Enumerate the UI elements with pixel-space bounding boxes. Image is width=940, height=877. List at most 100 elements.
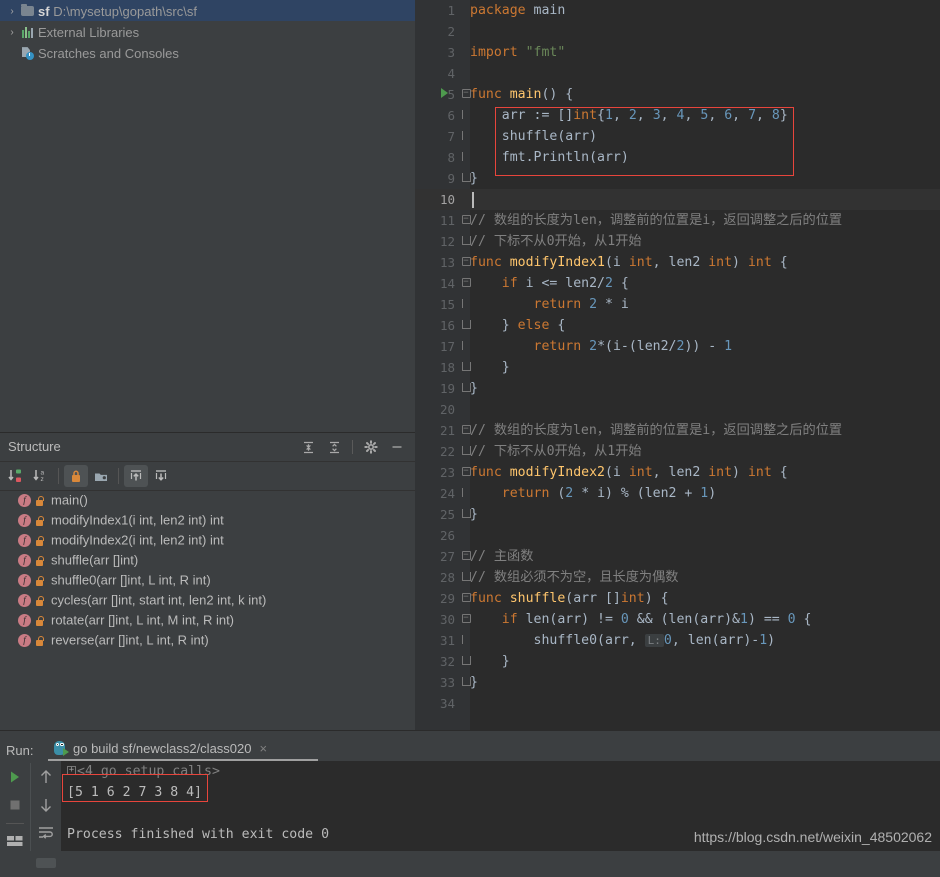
- code-line[interactable]: 31 shuffle0(arr, L: 0, len(arr)-1): [415, 630, 940, 651]
- code-line[interactable]: 14− if i <= len2/2 {: [415, 273, 940, 294]
- collapse-all-icon[interactable]: [322, 435, 346, 459]
- scroll-down-icon[interactable]: [31, 791, 61, 819]
- code-line[interactable]: 6 arr := []int{1, 2, 3, 4, 5, 6, 7, 8}: [415, 105, 940, 126]
- code-line[interactable]: 32 }: [415, 651, 940, 672]
- minimize-icon[interactable]: [385, 435, 409, 459]
- code-line-text: return 2*(i-(len2/2)) - 1: [533, 339, 733, 354]
- code-line[interactable]: 7 shuffle(arr): [415, 126, 940, 147]
- code-line-text: func modifyIndex1(i int, len2 int) int {: [470, 255, 788, 270]
- group-icon[interactable]: [89, 465, 113, 487]
- project-tree-item[interactable]: Scratches and Consoles: [0, 42, 415, 63]
- code-line[interactable]: 17 return 2*(i-(len2/2)) - 1: [415, 336, 940, 357]
- structure-item-label: shuffle0(arr []int, L int, R int): [51, 572, 211, 588]
- code-line[interactable]: 19}: [415, 378, 940, 399]
- code-line-text: return (2 * i) % (len2 + 1): [501, 486, 717, 501]
- show-non-public-icon[interactable]: [64, 465, 88, 487]
- code-line[interactable]: 22 // 下标不从0开始，从1开始: [415, 441, 940, 462]
- code-line[interactable]: 33}: [415, 672, 940, 693]
- run-gutter-icon[interactable]: [441, 84, 448, 105]
- line-number: 29: [439, 591, 455, 606]
- code-line[interactable]: 34: [415, 693, 940, 714]
- structure-list-item[interactable]: f main(): [0, 490, 415, 510]
- project-tree-item-label: External Libraries: [38, 25, 140, 41]
- console-fold-expand-icon[interactable]: +: [67, 765, 76, 775]
- soft-wrap-icon[interactable]: [31, 819, 61, 847]
- code-line-text: }: [470, 675, 478, 690]
- toolwindow-handle[interactable]: [31, 847, 61, 877]
- code-line-text: // 主函数: [470, 549, 534, 564]
- console-line-text: [5 1 6 2 7 3 8 4]: [67, 785, 202, 800]
- line-number: 7: [447, 129, 455, 144]
- code-line[interactable]: 18 }: [415, 357, 940, 378]
- editor-code-area[interactable]: 1 package main 2 3 import "fmt" 4 5− func main(…: [415, 0, 940, 730]
- run-configuration-tab[interactable]: go build sf/newclass2/class020 ×: [48, 737, 273, 759]
- scroll-from-source-icon[interactable]: [124, 465, 148, 487]
- gear-icon[interactable]: [359, 435, 383, 459]
- sort-alphabetically-icon[interactable]: a z: [29, 465, 53, 487]
- code-line[interactable]: 24 return (2 * i) % (len2 + 1): [415, 483, 940, 504]
- code-line[interactable]: 27−// 主函数: [415, 546, 940, 567]
- code-line-text: func modifyIndex2(i int, len2 int) int {: [470, 465, 788, 480]
- code-line[interactable]: 29− func shuffle(arr []int) {: [415, 588, 940, 609]
- structure-list-item[interactable]: f reverse(arr []int, L int, R int): [0, 630, 415, 650]
- structure-list-item[interactable]: f modifyIndex2(i int, len2 int) int: [0, 530, 415, 550]
- code-line[interactable]: 20: [415, 399, 940, 420]
- code-line[interactable]: 13− func modifyIndex1(i int, len2 int) in…: [415, 252, 940, 273]
- code-line[interactable]: 15 return 2 * i: [415, 294, 940, 315]
- code-line-text: func shuffle(arr []int) {: [470, 591, 669, 606]
- scroll-to-source-icon[interactable]: [149, 465, 173, 487]
- line-number: 23: [439, 465, 455, 480]
- code-line[interactable]: 9}: [415, 168, 940, 189]
- chevron-right-icon[interactable]: ›: [4, 22, 20, 43]
- line-number: 18: [439, 360, 455, 375]
- project-tree-item[interactable]: › sf D:\mysetup\gopath\src\sf: [0, 0, 415, 21]
- code-line[interactable]: 12 // 下标不从0开始，从1开始: [415, 231, 940, 252]
- project-tree-item[interactable]: › External Libraries: [0, 21, 415, 42]
- watermark-url: https://blog.csdn.net/weixin_48502062: [693, 829, 932, 845]
- structure-list-item[interactable]: f modifyIndex1(i int, len2 int) int: [0, 510, 415, 530]
- expand-all-icon[interactable]: [296, 435, 320, 459]
- code-line[interactable]: 2: [415, 21, 940, 42]
- structure-item-label: cycles(arr []int, start int, len2 int, k…: [51, 592, 267, 608]
- code-line[interactable]: 8 fmt.Println(arr): [415, 147, 940, 168]
- project-tool-window[interactable]: › sf D:\mysetup\gopath\src\sf › External Li…: [0, 0, 415, 432]
- structure-list-item[interactable]: f rotate(arr []int, L int, M int, R int): [0, 610, 415, 630]
- structure-list-item[interactable]: f shuffle0(arr []int, L int, R int): [0, 570, 415, 590]
- code-line[interactable]: 21−// 数组的长度为len，调整前的位置是i，返回调整之后的位置: [415, 420, 940, 441]
- code-line[interactable]: 26: [415, 525, 940, 546]
- run-toolbar-primary: [0, 763, 30, 851]
- lock-icon: [35, 575, 44, 586]
- console-line-text: <4 go setup calls>: [77, 764, 220, 779]
- scroll-up-icon[interactable]: [31, 763, 61, 791]
- stop-icon[interactable]: [0, 791, 30, 819]
- line-number: 11: [439, 213, 455, 228]
- code-line[interactable]: 25}: [415, 504, 940, 525]
- code-line[interactable]: 3 import "fmt": [415, 42, 940, 63]
- code-line[interactable]: 10: [415, 189, 940, 210]
- code-editor[interactable]: 1 package main 2 3 import "fmt" 4 5− func main(…: [415, 0, 940, 730]
- chevron-right-icon[interactable]: ›: [4, 1, 20, 22]
- code-line[interactable]: 11−// 数组的长度为len，调整前的位置是i，返回调整之后的位置: [415, 210, 940, 231]
- code-line-text: // 数组必须不为空，且长度为偶数: [470, 570, 679, 585]
- structure-item-list[interactable]: f main() f modifyIndex1(i int, len2 int) in…: [0, 490, 415, 731]
- line-number: 1: [447, 3, 455, 18]
- structure-item-label: reverse(arr []int, L int, R int): [51, 632, 209, 648]
- rerun-icon[interactable]: [0, 763, 30, 791]
- parameter-hint: L:: [644, 634, 664, 647]
- run-tab-label: go build sf/newclass2/class020: [73, 740, 252, 756]
- line-number: 3: [447, 45, 455, 60]
- structure-list-item[interactable]: f cycles(arr []int, start int, len2 int, …: [0, 590, 415, 610]
- sort-by-visibility-icon[interactable]: [4, 465, 28, 487]
- code-line[interactable]: 4: [415, 63, 940, 84]
- code-line[interactable]: 30− if len(arr) != 0 && (len(arr)&1) == …: [415, 609, 940, 630]
- code-line[interactable]: 23− func modifyIndex2(i int, len2 int) in…: [415, 462, 940, 483]
- structure-list-item[interactable]: f shuffle(arr []int): [0, 550, 415, 570]
- code-line-text: // 下标不从0开始，从1开始: [470, 234, 642, 249]
- code-line[interactable]: 28 // 数组必须不为空，且长度为偶数: [415, 567, 940, 588]
- close-icon[interactable]: ×: [260, 741, 268, 756]
- layout-icon[interactable]: [0, 827, 30, 855]
- code-line[interactable]: 5− func main() {: [415, 84, 940, 105]
- code-line[interactable]: 1 package main: [415, 0, 940, 21]
- code-line[interactable]: 16 } else {: [415, 315, 940, 336]
- editor-vertical-scrollbar[interactable]: [934, 0, 940, 730]
